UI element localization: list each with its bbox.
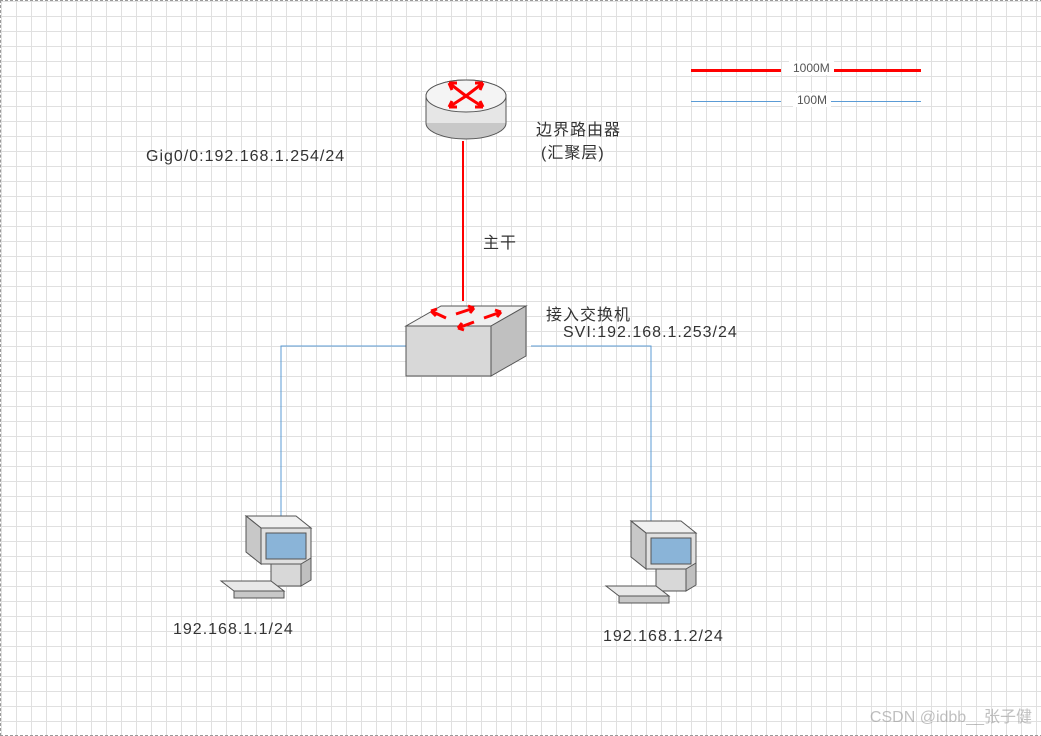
router-label-1: 边界路由器 — [536, 116, 621, 140]
legend-100m-left — [691, 101, 781, 102]
router-label-2: (汇聚层) — [541, 139, 605, 163]
router-icon — [421, 61, 511, 148]
switch-label-1: 接入交换机 — [546, 301, 631, 325]
legend-100m-label: 100M — [793, 93, 831, 107]
legend-1000m-label: 1000M — [789, 61, 834, 75]
diagram-canvas: 1000M 100M 边界路由器 (汇聚层) Gig0/0:192.168.1.… — [0, 0, 1041, 736]
trunk-label: 主干 — [483, 229, 517, 253]
host1-icon — [216, 506, 316, 611]
host2-icon — [601, 511, 701, 616]
switch-icon — [396, 286, 536, 401]
legend-1000m-right — [831, 69, 921, 72]
switch-label-2: SVI:192.168.1.253/24 — [563, 324, 738, 342]
watermark: CSDN @idbb__张子健 — [870, 703, 1032, 727]
host2-ip: 192.168.1.2/24 — [603, 628, 724, 646]
router-interface: Gig0/0:192.168.1.254/24 — [146, 148, 345, 166]
host1-ip: 192.168.1.1/24 — [173, 621, 294, 639]
legend-100m-right — [831, 101, 921, 102]
legend-1000m-left — [691, 69, 781, 72]
